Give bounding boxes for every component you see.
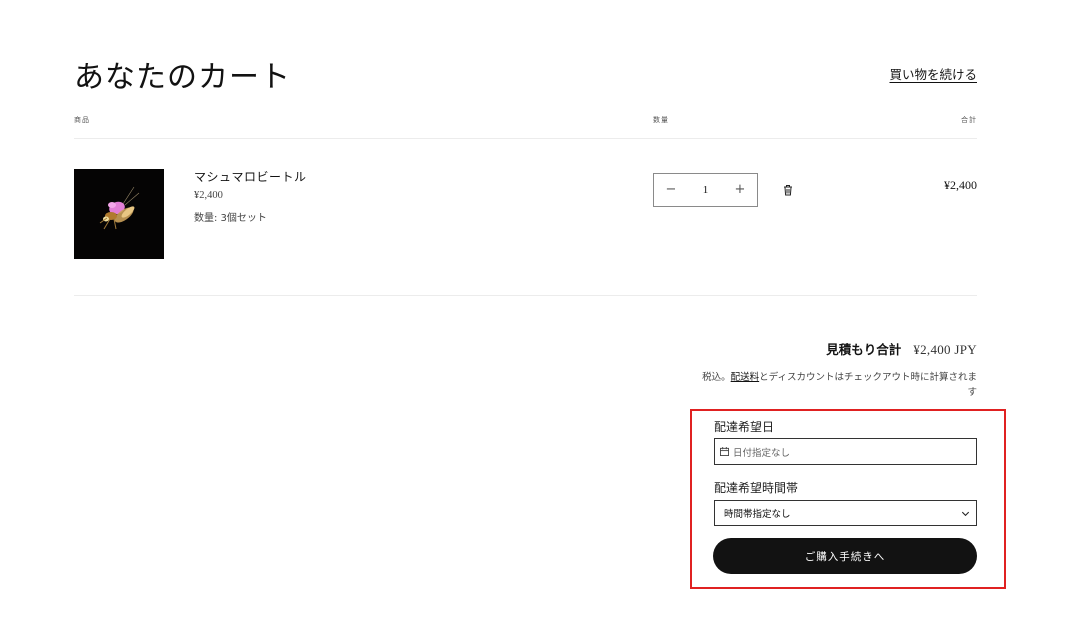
checkout-button[interactable]: ご購入手続きへ [713, 538, 977, 574]
estimated-total-amount: ¥2,400 JPY [913, 342, 977, 357]
header-divider [74, 138, 977, 139]
tax-note-suffix: とディスカウントはチェックアウト時に計算されます [759, 372, 977, 398]
delivery-time-label: 配達希望時間帯 [714, 481, 799, 495]
delivery-time-select[interactable]: 時間帯指定なし [714, 500, 977, 526]
estimated-total: 見積もり合計 ¥2,400 JPY [700, 339, 977, 358]
continue-shopping-link[interactable]: 買い物を続ける [880, 64, 977, 83]
quantity-value[interactable]: 1 [703, 184, 709, 196]
remove-item-button[interactable] [780, 182, 796, 198]
quantity-stepper: − 1 + [653, 173, 758, 207]
delivery-date-placeholder: 日付指定なし [733, 447, 791, 459]
shipping-policy-link[interactable]: 配送料 [731, 372, 760, 383]
beetle-photo-icon [74, 169, 164, 259]
product-price: ¥2,400 [194, 190, 223, 201]
delivery-date-label: 配達希望日 [714, 420, 775, 434]
trash-icon [784, 185, 792, 196]
tax-note: 税込。配送料とディスカウントはチェックアウト時に計算されます [700, 370, 977, 400]
product-option: 数量: 3個セット [194, 213, 267, 224]
column-header-product: 商品 [74, 116, 90, 124]
decrement-button[interactable]: − [654, 174, 688, 206]
tax-note-prefix: 税込。 [702, 372, 731, 383]
increment-button[interactable]: + [723, 174, 757, 206]
product-image[interactable] [74, 169, 164, 259]
line-total: ¥2,400 [944, 178, 977, 192]
estimated-total-label: 見積もり合計 [826, 342, 902, 357]
page-title: あなたのカート [74, 60, 291, 95]
delivery-date-input[interactable]: 日付指定なし [714, 438, 977, 465]
column-header-quantity: 数量 [653, 116, 669, 124]
chevron-down-icon [961, 511, 970, 516]
product-name-link[interactable]: マシュマロビートル [194, 168, 307, 185]
column-header-total: 合計 [961, 116, 977, 124]
delivery-time-value: 時間帯指定なし [724, 509, 791, 520]
items-divider [74, 295, 977, 296]
calendar-icon [720, 447, 729, 456]
